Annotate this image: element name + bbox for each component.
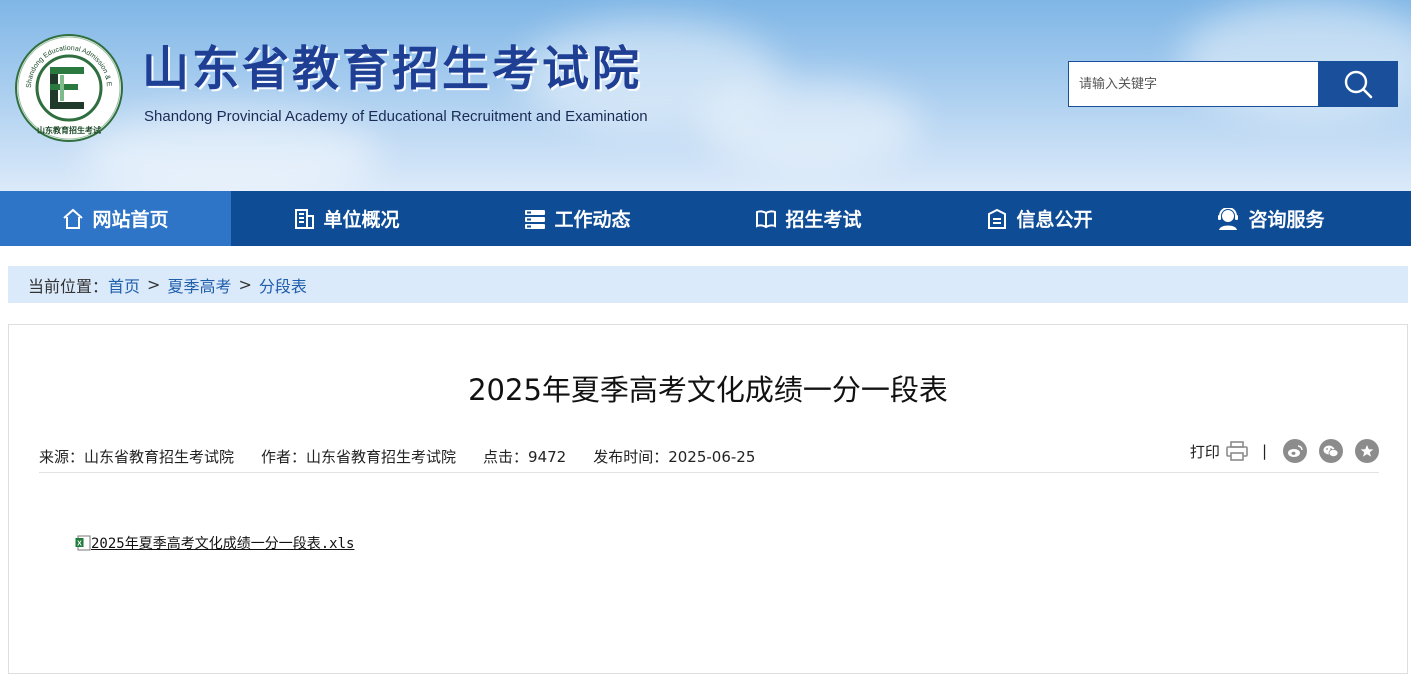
attachment-link[interactable]: 2025年夏季高考文化成绩一分一段表.xls bbox=[91, 533, 354, 553]
nav-item-consult[interactable]: 咨询服务 bbox=[1155, 191, 1386, 246]
nav-item-exams[interactable]: 招生考试 bbox=[693, 191, 924, 246]
breadcrumb-home-link[interactable]: 首页 bbox=[108, 273, 140, 297]
article-clicks: 点击：9472 bbox=[483, 447, 567, 466]
search-input[interactable] bbox=[1068, 61, 1318, 107]
attachment: X 2025年夏季高考文化成绩一分一段表.xls bbox=[75, 533, 354, 553]
breadcrumb-prefix: 当前位置： bbox=[28, 276, 109, 296]
excel-file-icon: X bbox=[75, 535, 91, 551]
document-icon bbox=[988, 208, 1007, 229]
nav-item-label: 咨询服务 bbox=[1248, 209, 1325, 231]
site-title-en: Shandong Provincial Academy of Education… bbox=[144, 108, 648, 125]
emblem-bottom-text: 山东教育招生考试 bbox=[37, 125, 101, 135]
wechat-share-button[interactable] bbox=[1319, 439, 1343, 463]
nav-item-about[interactable]: 单位概况 bbox=[231, 191, 462, 246]
meta-divider bbox=[39, 472, 1379, 473]
article-title: 2025年夏季高考文化成绩一分一段表 bbox=[468, 373, 948, 407]
article-actions: 打印 | bbox=[1190, 439, 1379, 463]
weibo-icon bbox=[1288, 445, 1303, 457]
weibo-share-button[interactable] bbox=[1283, 439, 1307, 463]
nav-item-label: 信息公开 bbox=[1016, 209, 1093, 231]
nav-item-disclosure[interactable]: 信息公开 bbox=[924, 191, 1155, 246]
home-icon bbox=[63, 208, 84, 229]
breadcrumb-separator: > bbox=[238, 275, 252, 294]
printer-icon[interactable] bbox=[1226, 441, 1248, 461]
header-cloud bbox=[700, 80, 920, 170]
favorite-button[interactable] bbox=[1355, 439, 1379, 463]
article-meta: 来源：山东省教育招生考试院 作者：山东省教育招生考试院 点击：9472 发布时间… bbox=[39, 439, 1379, 473]
breadcrumb: 当前位置： 首页 > 夏季高考 > 分段表 bbox=[8, 266, 1408, 303]
article-container: 2025年夏季高考文化成绩一分一段表 来源：山东省教育招生考试院 作者：山东省教… bbox=[8, 324, 1408, 674]
site-title-cn[interactable]: 山东省教育招生考试院 bbox=[142, 46, 642, 93]
server-icon bbox=[525, 209, 546, 229]
breadcrumb-score-table-link[interactable]: 分段表 bbox=[259, 273, 307, 297]
article-author: 作者：山东省教育招生考试院 bbox=[261, 447, 457, 466]
search-bar bbox=[1068, 61, 1398, 107]
nav-item-label: 单位概况 bbox=[323, 209, 400, 231]
support-icon bbox=[1218, 207, 1239, 230]
wechat-icon bbox=[1323, 445, 1339, 457]
nav-item-label: 工作动态 bbox=[554, 209, 631, 231]
print-link[interactable]: 打印 bbox=[1190, 441, 1220, 462]
svg-text:X: X bbox=[77, 541, 82, 548]
article-publish-time: 发布时间：2025-06-25 bbox=[593, 447, 756, 466]
nav-item-label: 招生考试 bbox=[785, 209, 862, 231]
action-divider: | bbox=[1261, 442, 1267, 460]
breadcrumb-summer-exam-link[interactable]: 夏季高考 bbox=[167, 273, 231, 297]
site-header: Shandong Educational Admission & Examina… bbox=[0, 0, 1411, 191]
star-icon bbox=[1360, 445, 1374, 457]
nav-item-label: 网站首页 bbox=[92, 209, 169, 231]
breadcrumb-separator: > bbox=[147, 275, 161, 294]
main-nav: 网站首页 单位概况 工作动态 招生考试 信息公开 咨询服务 bbox=[0, 191, 1411, 246]
academy-emblem-icon[interactable]: Shandong Educational Admission & Examina… bbox=[14, 33, 124, 143]
article-source: 来源：山东省教育招生考试院 bbox=[39, 447, 235, 466]
nav-item-home[interactable]: 网站首页 bbox=[0, 191, 231, 246]
search-button[interactable] bbox=[1318, 61, 1398, 107]
nav-item-news[interactable]: 工作动态 bbox=[462, 191, 693, 246]
building-icon bbox=[295, 208, 315, 229]
search-icon bbox=[1344, 70, 1373, 99]
book-icon bbox=[756, 209, 777, 228]
